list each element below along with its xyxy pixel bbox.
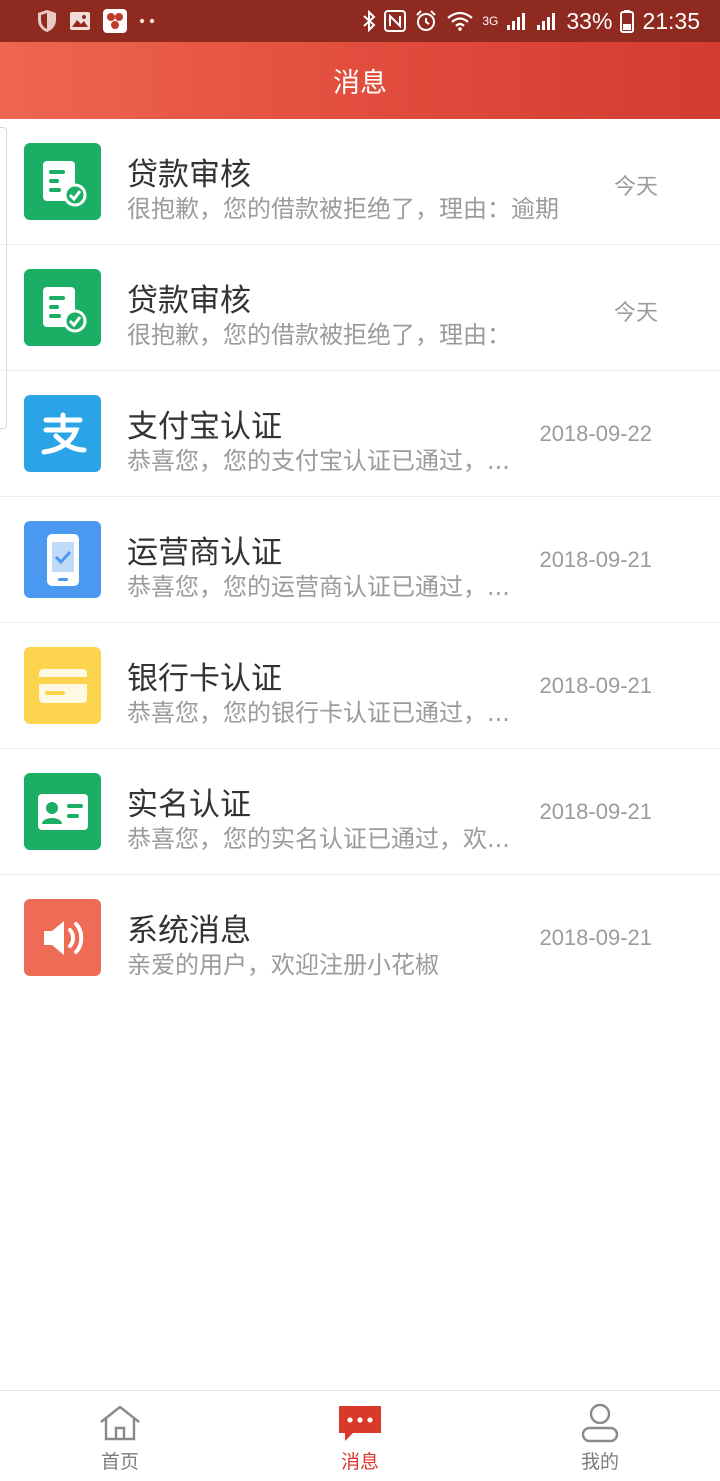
status-bar: 3G 33% 21:35 (0, 0, 720, 42)
message-list: 贷款审核 很抱歉，您的借款被拒绝了，理由：逾期 今天 贷款审核 很抱歉，您的借款… (0, 119, 720, 1000)
message-item-real-name[interactable]: 实名认证 恭喜您，您的实名认证已通过，欢... 2018-09-21 (0, 749, 720, 875)
message-preview: 很抱歉，您的借款被拒绝了，理由： (127, 321, 511, 349)
tab-home[interactable]: 首页 (0, 1391, 240, 1481)
phone-carrier-icon (24, 521, 101, 598)
message-preview: 恭喜您，您的银行卡认证已通过，... (127, 699, 510, 727)
profile-icon (577, 1403, 623, 1443)
tab-messages[interactable]: 消息 (240, 1391, 480, 1481)
status-bar-left (36, 0, 158, 42)
message-title: 实名认证 (127, 787, 251, 823)
status-bar-right: 3G 33% 21:35 (362, 0, 700, 42)
message-date: 今天 (613, 300, 658, 325)
message-date: 2018-09-22 (539, 421, 652, 446)
message-date: 2018-09-21 (539, 547, 652, 572)
message-preview: 恭喜您，您的运营商认证已通过，... (127, 573, 510, 601)
app-header: 消息 (0, 42, 720, 119)
speaker-icon (24, 899, 101, 976)
message-title: 系统消息 (127, 913, 251, 949)
message-date: 2018-09-21 (539, 799, 652, 824)
message-item-system[interactable]: 系统消息 亲爱的用户，欢迎注册小花椒 2018-09-21 (0, 875, 720, 1000)
message-item-alipay[interactable]: 支付宝认证 恭喜您，您的支付宝认证已通过，... 2018-09-22 (0, 371, 720, 497)
message-title: 运营商认证 (127, 535, 282, 571)
bottom-navigation: 首页 消息 我的 (0, 1390, 720, 1481)
message-preview: 恭喜您，您的实名认证已通过，欢... (127, 825, 510, 853)
network-type: 3G (482, 14, 499, 28)
battery-percent: 33% (566, 7, 613, 34)
message-title: 银行卡认证 (127, 661, 282, 697)
more-notifications-icon (138, 17, 158, 25)
message-preview: 亲爱的用户，欢迎注册小花椒 (127, 951, 439, 979)
message-title: 支付宝认证 (127, 409, 282, 445)
loan-review-icon (24, 143, 101, 220)
app-notification-icon (102, 8, 128, 34)
message-item-bank-card[interactable]: 银行卡认证 恭喜您，您的银行卡认证已通过，... 2018-09-21 (0, 623, 720, 749)
clock: 21:35 (642, 7, 700, 34)
shield-icon (36, 9, 58, 33)
message-preview: 很抱歉，您的借款被拒绝了，理由：逾期 (127, 195, 559, 223)
battery-icon (620, 9, 635, 33)
id-card-icon (24, 773, 101, 850)
bluetooth-icon (362, 10, 376, 32)
message-icon (337, 1403, 383, 1443)
message-item-loan-review-2[interactable]: 贷款审核 很抱歉，您的借款被拒绝了，理由： 今天 (0, 245, 720, 371)
message-date: 2018-09-21 (539, 673, 652, 698)
gallery-icon (68, 10, 92, 32)
tab-profile[interactable]: 我的 (480, 1391, 720, 1481)
message-date: 今天 (613, 174, 658, 199)
message-item-carrier[interactable]: 运营商认证 恭喜您，您的运营商认证已通过，... 2018-09-21 (0, 497, 720, 623)
bank-card-icon (24, 647, 101, 724)
wifi-icon (446, 10, 474, 32)
signal-4g-icon (536, 11, 558, 31)
home-icon (97, 1403, 143, 1443)
tab-label: 我的 (580, 1451, 619, 1473)
alarm-icon (414, 9, 438, 33)
page-title: 消息 (333, 68, 387, 99)
message-date: 2018-09-21 (539, 925, 652, 950)
tab-label: 消息 (340, 1451, 379, 1473)
message-preview: 恭喜您，您的支付宝认证已通过，... (127, 447, 510, 475)
nfc-icon (384, 10, 407, 32)
loan-review-icon (24, 269, 101, 346)
message-title: 贷款审核 (127, 157, 251, 193)
message-title: 贷款审核 (127, 283, 251, 319)
message-item-loan-review-1[interactable]: 贷款审核 很抱歉，您的借款被拒绝了，理由：逾期 今天 (0, 119, 720, 245)
tab-label: 首页 (100, 1451, 139, 1473)
alipay-icon (24, 395, 101, 472)
signal-icon (506, 11, 528, 31)
